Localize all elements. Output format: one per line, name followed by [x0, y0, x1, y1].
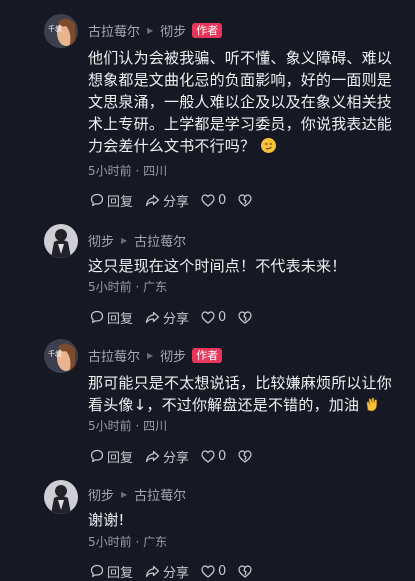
clap-emoji	[365, 396, 380, 412]
comment-item: 千叔 古拉莓尔 ▶ 彻步 作者 那可能只是不太想说话，比较嫌麻烦所以让你看头像↓…	[0, 335, 415, 477]
share-icon	[145, 194, 160, 207]
share-button[interactable]: 分享	[145, 447, 189, 466]
heart-icon	[201, 193, 215, 207]
comment-username[interactable]: 古拉莓尔	[88, 346, 140, 365]
dislike-button[interactable]	[238, 449, 255, 463]
share-button[interactable]: 分享	[145, 308, 189, 327]
comment-username[interactable]: 彻步	[88, 485, 114, 504]
reply-button[interactable]: 回复	[90, 447, 133, 466]
like-button[interactable]: 0	[201, 564, 226, 579]
broken-heart-icon	[238, 564, 252, 578]
heart-icon	[201, 564, 215, 578]
broken-heart-icon	[238, 449, 252, 463]
avatar[interactable]	[44, 224, 78, 258]
reply-button[interactable]: 回复	[90, 308, 133, 327]
svg-text:千叔: 千叔	[48, 24, 62, 33]
comment-text: 他们认为会被我骗、听不懂、象义障碍、难以想象都是文曲化忌的负面影响，好的一面则是…	[88, 49, 393, 155]
author-badge: 作者	[192, 347, 223, 363]
share-icon	[145, 450, 160, 463]
dislike-button[interactable]	[238, 193, 255, 207]
comment-text: 谢谢!	[88, 511, 125, 529]
comment-username[interactable]: 古拉莓尔	[88, 21, 140, 40]
reply-button[interactable]: 回复	[90, 191, 133, 210]
comment-item: 彻步 ▶ 古拉莓尔 谢谢! 5小时前 · 广东 回复 分享 0	[0, 477, 415, 581]
reply-arrow-icon: ▶	[147, 350, 154, 360]
comment-text: 这只是现在这个时间点！不代表未来！	[88, 257, 347, 275]
dislike-button[interactable]	[238, 564, 255, 578]
comment-icon	[90, 564, 104, 578]
comment-icon	[90, 449, 104, 463]
reply-arrow-icon: ▶	[147, 25, 154, 35]
comment-text: 那可能只是不太想说话，比较嫌麻烦所以让你看头像↓，不过你解盘还是不错的，加油	[88, 374, 393, 414]
avatar[interactable]	[44, 480, 78, 514]
comment-meta: 5小时前 · 广东	[88, 535, 168, 549]
comment-icon	[90, 193, 104, 207]
smirk-emoji	[261, 137, 277, 153]
avatar[interactable]: 千叔	[44, 339, 78, 373]
reply-to-username[interactable]: 彻步	[160, 346, 186, 365]
share-button[interactable]: 分享	[145, 562, 189, 581]
share-button[interactable]: 分享	[145, 191, 189, 210]
heart-icon	[201, 449, 215, 463]
comment-username[interactable]: 彻步	[88, 231, 114, 250]
like-button[interactable]: 0	[201, 193, 226, 208]
share-icon	[145, 311, 160, 324]
reply-arrow-icon: ▶	[121, 489, 128, 499]
share-icon	[145, 565, 160, 578]
author-badge: 作者	[192, 22, 223, 38]
svg-text:千叔: 千叔	[48, 349, 62, 358]
broken-heart-icon	[238, 310, 252, 324]
comment-item: 千叔 古拉莓尔 ▶ 彻步 作者 他们认为会被我骗、听不懂、象义障碍、难以想象都是…	[0, 0, 415, 215]
comment-item: 彻步 ▶ 古拉莓尔 这只是现在这个时间点！不代表未来！ 5小时前 · 广东 回复…	[0, 215, 415, 335]
reply-to-username[interactable]: 古拉莓尔	[134, 231, 186, 250]
reply-button[interactable]: 回复	[90, 562, 133, 581]
like-button[interactable]: 0	[201, 449, 226, 464]
broken-heart-icon	[238, 193, 252, 207]
comment-meta: 5小时前 · 四川	[88, 419, 168, 433]
dislike-button[interactable]	[238, 310, 255, 324]
reply-arrow-icon: ▶	[121, 235, 128, 245]
reply-to-username[interactable]: 古拉莓尔	[134, 485, 186, 504]
like-button[interactable]: 0	[201, 310, 226, 325]
comment-icon	[90, 310, 104, 324]
reply-to-username[interactable]: 彻步	[160, 21, 186, 40]
comment-meta: 5小时前 · 四川	[88, 164, 168, 178]
comment-meta: 5小时前 · 广东	[88, 280, 168, 294]
avatar[interactable]: 千叔	[44, 14, 78, 48]
heart-icon	[201, 310, 215, 324]
